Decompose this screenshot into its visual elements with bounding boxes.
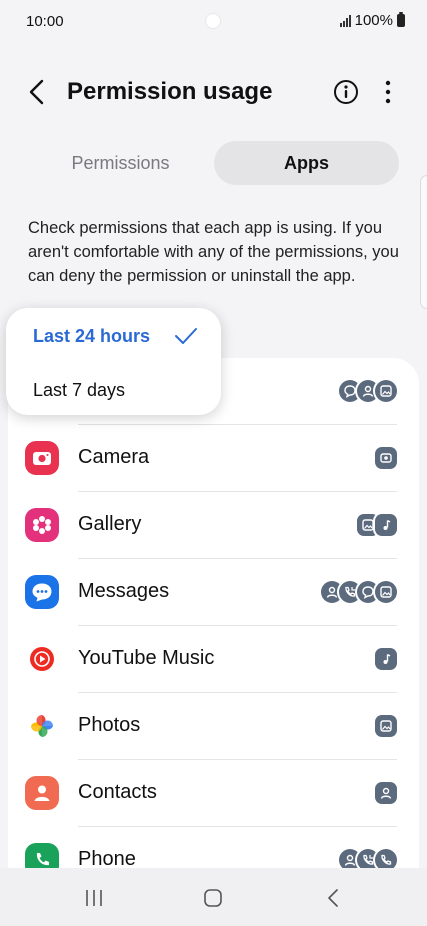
permission-icons	[321, 581, 397, 603]
list-item-youtube-music[interactable]: YouTube Music	[8, 626, 419, 692]
permission-description: Check permissions that each app is using…	[28, 219, 399, 285]
edge-panel-handle[interactable]	[421, 176, 427, 308]
status-time: 10:00	[26, 13, 64, 30]
messages-app-icon	[25, 575, 59, 609]
option-last-7-days[interactable]: Last 7 days	[33, 380, 125, 401]
music-permission-icon	[375, 514, 397, 536]
status-indicators: 100%	[339, 12, 405, 29]
photos-permission-icon	[375, 715, 397, 737]
photos-permission-icon	[375, 581, 397, 603]
permission-icons	[375, 648, 397, 670]
list-item-contacts[interactable]: Contacts	[8, 760, 419, 826]
more-options-icon[interactable]	[380, 78, 396, 106]
view-tabs: Permissions Apps	[28, 141, 399, 185]
tab-apps[interactable]: Apps	[214, 141, 399, 185]
camera-permission-icon	[375, 447, 397, 469]
app-bar: Permission usage	[0, 64, 427, 120]
system-navigation-bar	[0, 868, 427, 926]
gallery-app-icon	[25, 508, 59, 542]
page-title: Permission usage	[67, 78, 273, 105]
battery-icon	[397, 12, 405, 27]
option-last-24-hours[interactable]: Last 24 hours	[33, 326, 150, 347]
app-name: YouTube Music	[78, 647, 215, 669]
back-arrow-icon[interactable]	[24, 76, 52, 108]
app-name: Contacts	[78, 781, 157, 803]
battery-percentage: 100%	[354, 12, 393, 29]
front-camera-cutout	[206, 14, 220, 28]
status-bar: 10:00 100%	[0, 0, 427, 44]
list-item-camera[interactable]: Camera	[8, 425, 419, 491]
list-item-gallery[interactable]: Gallery	[8, 492, 419, 558]
checkmark-icon	[175, 328, 197, 344]
contacts-permission-icon	[375, 782, 397, 804]
list-item-messages[interactable]: Messages	[8, 559, 419, 625]
home-icon[interactable]	[203, 888, 223, 908]
app-name: Gallery	[78, 513, 142, 535]
contacts-app-icon	[25, 776, 59, 810]
time-filter-dropdown: Last 24 hours Last 7 days	[6, 308, 221, 415]
permission-icons	[375, 715, 397, 737]
youtube-music-app-icon	[25, 642, 59, 676]
tab-permissions[interactable]: Permissions	[28, 141, 213, 185]
photos-permission-icon	[375, 380, 397, 402]
permission-icons	[375, 782, 397, 804]
permission-icons	[339, 380, 397, 402]
music-permission-icon	[375, 648, 397, 670]
info-icon[interactable]	[333, 79, 359, 105]
app-list: Camera Gallery Messages YouTube Music Ph…	[8, 358, 419, 898]
back-nav-icon[interactable]	[326, 888, 340, 908]
app-name: Camera	[78, 446, 150, 468]
list-item-photos[interactable]: Photos	[8, 693, 419, 759]
permission-icons	[357, 514, 397, 536]
signal-icon	[339, 14, 351, 27]
permission-icons	[375, 447, 397, 469]
camera-app-icon	[25, 441, 59, 475]
recent-apps-icon[interactable]	[84, 889, 104, 907]
photos-app-icon	[25, 709, 59, 743]
app-name: Photos	[78, 714, 141, 736]
app-name: Messages	[78, 580, 170, 602]
